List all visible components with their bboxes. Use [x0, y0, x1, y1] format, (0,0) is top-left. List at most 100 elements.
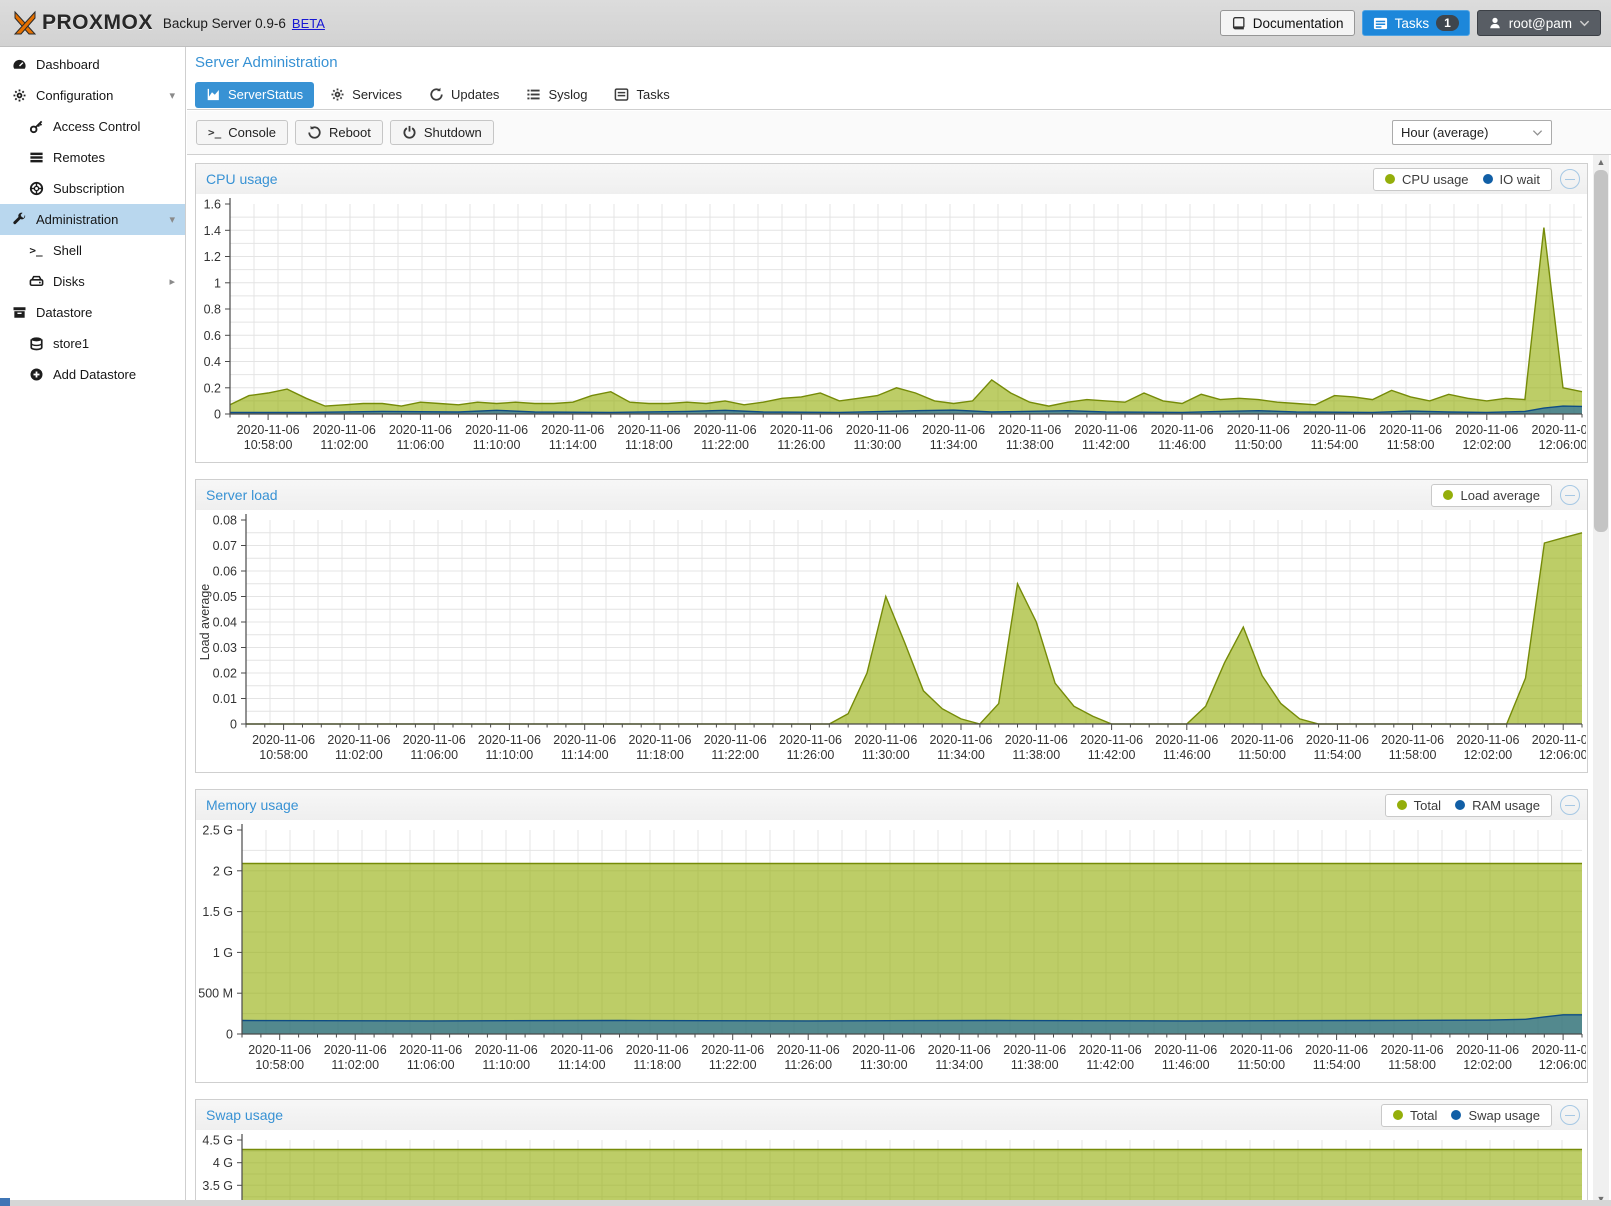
sidebar-item-subscription[interactable]: Subscription	[0, 173, 185, 204]
svg-text:2020-11-06: 2020-11-06	[550, 1043, 613, 1057]
svg-text:0: 0	[230, 718, 237, 732]
collapse-panel-icon[interactable]	[1560, 169, 1580, 189]
sidebar-item-remotes[interactable]: Remotes	[0, 142, 185, 173]
svg-text:11:38:00: 11:38:00	[1011, 1058, 1059, 1072]
timeframe-select[interactable]: Hour (average)	[1392, 120, 1552, 145]
legend-label: IO wait	[1500, 172, 1540, 187]
svg-text:11:38:00: 11:38:00	[1012, 748, 1060, 762]
svg-text:11:22:00: 11:22:00	[701, 438, 749, 452]
sidebar-item-administration[interactable]: Administration ▾	[0, 204, 185, 235]
console-button[interactable]: >_ Console	[196, 120, 288, 145]
collapse-panel-icon[interactable]	[1560, 1105, 1580, 1125]
legend-item[interactable]: IO wait	[1483, 172, 1540, 187]
tab-syslog[interactable]: Syslog	[515, 82, 598, 108]
legend-item[interactable]: Total	[1397, 798, 1441, 813]
user-menu-button[interactable]: root@pam	[1477, 10, 1601, 36]
svg-text:11:18:00: 11:18:00	[625, 438, 673, 452]
tasks-count-badge: 1	[1436, 15, 1459, 31]
sidebar-item-store1[interactable]: store1	[0, 328, 185, 359]
svg-text:2020-11-06: 2020-11-06	[852, 1043, 915, 1057]
sidebar-item-add-datastore[interactable]: Add Datastore	[0, 359, 185, 390]
svg-text:2020-11-06: 2020-11-06	[929, 733, 992, 747]
svg-text:2020-11-06: 2020-11-06	[998, 423, 1061, 437]
charts-scroll-area[interactable]: CPU usage CPU usageIO wait 00.20.40.60.8…	[187, 155, 1611, 1206]
scroll-up-arrow[interactable]: ▲	[1593, 155, 1609, 169]
product-version: Backup Server 0.9-6	[163, 16, 286, 31]
legend-label: Total	[1414, 798, 1441, 813]
legend-item[interactable]: Swap usage	[1451, 1108, 1540, 1123]
svg-text:0.04: 0.04	[213, 616, 237, 630]
svg-text:2020-11-06: 2020-11-06	[1227, 423, 1290, 437]
panel-header: Memory usage Total RAM usage	[196, 790, 1587, 820]
svg-text:2020-11-06: 2020-11-06	[252, 733, 315, 747]
list-lines-icon	[526, 87, 541, 102]
svg-text:2020-11-06: 2020-11-06	[399, 1043, 462, 1057]
document-list-icon	[614, 87, 629, 102]
svg-text:2020-11-06: 2020-11-06	[327, 733, 390, 747]
svg-text:11:30:00: 11:30:00	[860, 1058, 908, 1072]
svg-text:2020-11-06: 2020-11-06	[1381, 1043, 1444, 1057]
sidebar-item-datastore[interactable]: Datastore	[0, 297, 185, 328]
svg-text:2020-11-06: 2020-11-06	[1154, 1043, 1217, 1057]
svg-text:2 G: 2 G	[213, 864, 233, 878]
sidebar-item-access-control[interactable]: Access Control	[0, 111, 185, 142]
book-icon	[1231, 16, 1246, 31]
key-icon	[28, 119, 44, 134]
svg-text:2020-11-06: 2020-11-06	[1074, 423, 1137, 437]
legend-item[interactable]: Load average	[1443, 488, 1540, 503]
proxmox-x-icon	[10, 8, 40, 38]
sidebar-item-configuration[interactable]: Configuration ▾	[0, 80, 185, 111]
sidebar-item-label: Add Datastore	[53, 367, 136, 382]
svg-text:11:10:00: 11:10:00	[486, 748, 534, 762]
svg-text:2020-11-06: 2020-11-06	[389, 423, 452, 437]
svg-text:11:42:00: 11:42:00	[1082, 438, 1130, 452]
page-title: Server Administration	[195, 54, 338, 71]
shutdown-button[interactable]: Shutdown	[390, 120, 494, 145]
scrollbar-thumb[interactable]	[1594, 170, 1608, 532]
cpu-usage-panel: CPU usage CPU usageIO wait 00.20.40.60.8…	[195, 163, 1588, 463]
tab-updates[interactable]: Updates	[418, 82, 510, 108]
server-load-panel: Server load Load average 00.010.020.030.…	[195, 479, 1588, 773]
tasks-list-icon	[1373, 16, 1388, 31]
legend-label: Swap usage	[1468, 1108, 1540, 1123]
svg-text:0.6: 0.6	[204, 329, 221, 343]
svg-text:2020-11-06: 2020-11-06	[701, 1043, 764, 1057]
main-content: Server Administration ServerStatus Servi…	[187, 47, 1611, 1206]
svg-text:11:22:00: 11:22:00	[709, 1058, 757, 1072]
svg-text:11:18:00: 11:18:00	[636, 748, 684, 762]
svg-text:11:02:00: 11:02:00	[331, 1058, 379, 1072]
collapse-panel-icon[interactable]	[1560, 485, 1580, 505]
svg-text:11:06:00: 11:06:00	[397, 438, 445, 452]
legend-item[interactable]: Total	[1393, 1108, 1437, 1123]
sidebar-item-disks[interactable]: Disks ▸	[0, 266, 185, 297]
beta-link[interactable]: BETA	[292, 16, 325, 31]
svg-text:2020-11-06: 2020-11-06	[1003, 1043, 1066, 1057]
sidebar: Dashboard Configuration ▾ Access Control…	[0, 47, 186, 1206]
svg-text:4 G: 4 G	[213, 1156, 233, 1170]
svg-text:11:42:00: 11:42:00	[1088, 748, 1136, 762]
swap-usage-panel: Swap usage TotalSwap usage 0500 M1 G1.5 …	[195, 1099, 1588, 1206]
toolbar: >_ Console Reboot Shutdown Hour (average…	[187, 111, 1611, 155]
svg-text:4.5 G: 4.5 G	[202, 1134, 233, 1148]
legend-item[interactable]: CPU usage	[1385, 172, 1468, 187]
top-bar: PROXMOX Backup Server 0.9-6 BETA Documen…	[0, 0, 1611, 47]
tasks-button[interactable]: Tasks 1	[1362, 10, 1470, 36]
panel-title: Memory usage	[206, 797, 299, 813]
reboot-button[interactable]: Reboot	[295, 120, 383, 145]
tab-tasks[interactable]: Tasks	[603, 82, 680, 108]
svg-text:2020-11-06: 2020-11-06	[1532, 1043, 1586, 1057]
legend-item[interactable]: RAM usage	[1455, 798, 1540, 813]
collapse-panel-icon[interactable]	[1560, 795, 1580, 815]
documentation-button[interactable]: Documentation	[1220, 10, 1355, 36]
tab-serverstatus[interactable]: ServerStatus	[195, 82, 314, 108]
svg-text:11:54:00: 11:54:00	[1313, 1058, 1361, 1072]
sidebar-item-shell[interactable]: >_ Shell	[0, 235, 185, 266]
sidebar-item-dashboard[interactable]: Dashboard	[0, 49, 185, 80]
svg-text:0.8: 0.8	[204, 303, 221, 317]
legend-label: CPU usage	[1402, 172, 1468, 187]
console-label: Console	[228, 125, 276, 140]
legend-dot	[1483, 174, 1493, 184]
tab-services[interactable]: Services	[319, 82, 413, 108]
svg-text:11:14:00: 11:14:00	[561, 748, 609, 762]
vertical-scrollbar[interactable]: ▲ ▼	[1593, 155, 1609, 1206]
